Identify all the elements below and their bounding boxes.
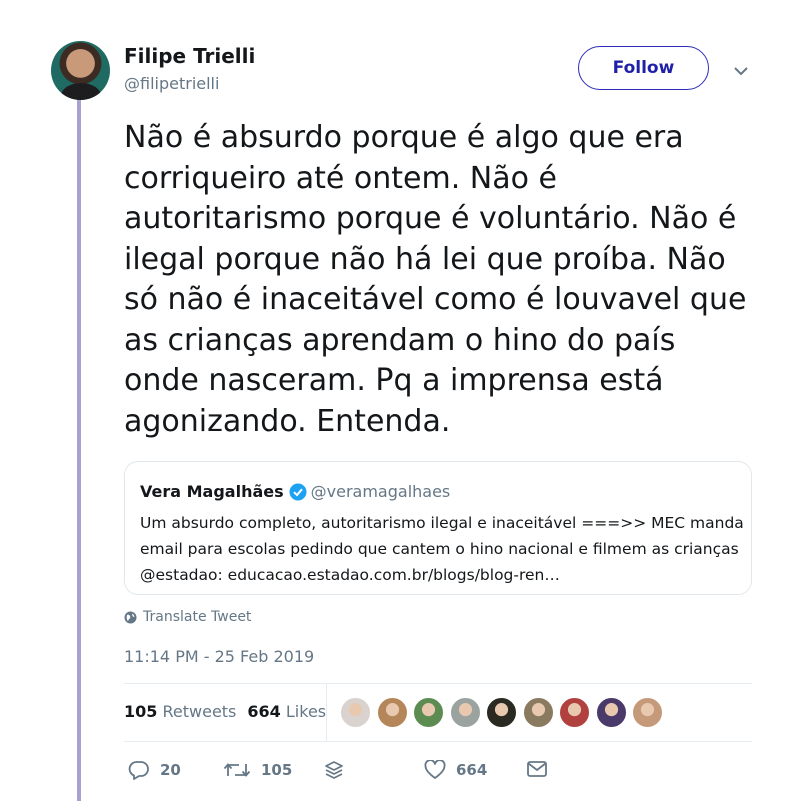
reply-icon xyxy=(128,761,149,780)
liker-avatar[interactable] xyxy=(449,697,481,728)
liker-avatar[interactable] xyxy=(413,697,444,728)
author-avatar[interactable] xyxy=(51,41,110,100)
retweets-count: 105 xyxy=(124,702,158,721)
retweet-icon xyxy=(223,763,251,777)
like-action[interactable]: 664 xyxy=(424,760,487,780)
heart-icon xyxy=(424,760,446,779)
add-to-moment-action[interactable] xyxy=(323,760,355,782)
retweets-stat[interactable]: 105 Retweets xyxy=(124,702,236,721)
liker-avatar[interactable] xyxy=(486,697,517,728)
retweet-count: 105 xyxy=(261,761,293,779)
avatar-shirt xyxy=(61,83,101,100)
tweet-text-line: as crianças aprendam o hino do país xyxy=(124,322,676,358)
liker-avatar[interactable] xyxy=(340,697,371,728)
like-count: 664 xyxy=(456,761,488,779)
tweet-actions: 20 105 664 xyxy=(124,760,764,786)
retweet-action[interactable]: 105 xyxy=(223,760,292,780)
tweet-text-line: agonizando. Entenda. xyxy=(124,403,451,439)
quoted-tweet-header: Vera Magalhães @veramagalhaes xyxy=(140,482,450,501)
translate-tweet-label: Translate Tweet xyxy=(143,609,252,625)
quoted-tweet-card[interactable]: Vera Magalhães @veramagalhaes Um absurdo… xyxy=(124,461,752,595)
tweet-text-line: onde nasceram. Pq a imprensa está xyxy=(124,363,664,398)
tweet-text-line: corriqueiro até ontem. Não é xyxy=(124,160,557,196)
retweets-stat-label: Retweets xyxy=(157,702,237,721)
liker-avatar[interactable] xyxy=(522,697,554,728)
quoted-author-handle: @veramagalhaes xyxy=(310,482,451,501)
author-name[interactable]: Filipe Trielli xyxy=(124,44,255,68)
tweet-timestamp[interactable]: 11:14 PM - 25 Feb 2019 xyxy=(124,647,314,666)
likes-stat[interactable]: 664 Likes xyxy=(247,702,326,721)
likes-stat-label: Likes xyxy=(280,702,327,721)
tweet-text-line: ilegal porque não há lei que proíba. Não xyxy=(124,241,726,277)
tweet-stats: 105 Retweets 664 Likes xyxy=(124,702,326,721)
divider xyxy=(124,683,752,684)
chevron-down-icon[interactable] xyxy=(731,61,751,81)
liker-avatar[interactable] xyxy=(595,697,627,728)
quoted-text-line: Um absurdo completo, autoritarismo ilega… xyxy=(140,514,744,532)
tweet-text-line: autoritarismo porque é voluntário. Não é xyxy=(124,201,737,236)
layers-icon xyxy=(325,761,343,779)
reply-action[interactable]: 20 xyxy=(128,760,181,780)
translate-tweet-link[interactable]: Translate Tweet xyxy=(124,609,251,625)
verified-badge-icon xyxy=(289,483,307,500)
reply-count: 20 xyxy=(160,761,181,779)
quoted-text-line: email para escolas pedindo que cantem o … xyxy=(140,540,739,558)
likes-count: 664 xyxy=(247,702,281,721)
stats-divider xyxy=(326,684,327,741)
thread-connector-line xyxy=(77,92,81,801)
liker-avatars xyxy=(340,697,669,728)
tweet-text-line: Não é absurdo porque é algo que era xyxy=(124,120,684,155)
liker-avatar[interactable] xyxy=(376,697,408,728)
tweet-text: Não é absurdo porque é algo que era corr… xyxy=(124,118,764,442)
direct-message-action[interactable] xyxy=(526,760,558,778)
divider xyxy=(124,741,752,742)
quoted-author-name: Vera Magalhães xyxy=(140,482,284,501)
quoted-tweet-text: Um absurdo completo, autoritarismo ilega… xyxy=(140,510,745,588)
follow-button[interactable]: Follow xyxy=(578,46,709,90)
quoted-text-link-line[interactable]: @estadao: educacao.estadao.com.br/blogs/… xyxy=(140,562,745,588)
tweet-text-line: só não é inaceitável como é louvavel que xyxy=(124,282,747,317)
liker-avatar[interactable] xyxy=(632,697,663,728)
envelope-icon xyxy=(527,761,547,777)
author-handle[interactable]: @filipetrielli xyxy=(124,74,219,93)
globe-icon xyxy=(124,611,137,623)
liker-avatar[interactable] xyxy=(559,697,590,728)
